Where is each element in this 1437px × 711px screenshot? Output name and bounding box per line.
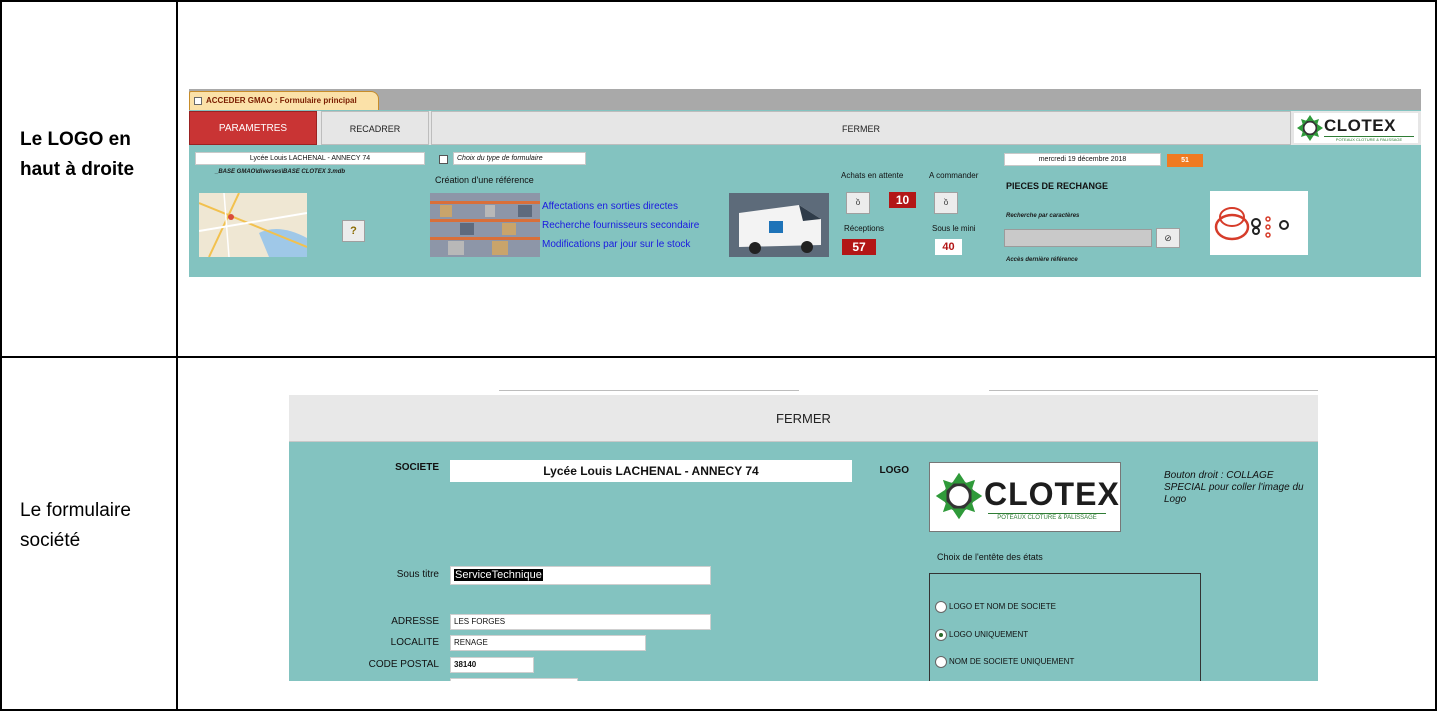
binoculars-icon: ồ (943, 198, 949, 207)
radio-label: LOGO ET NOM DE SOCIETE (949, 602, 1056, 611)
fermer-button[interactable]: FERMER (289, 395, 1318, 442)
adresse-label: ADRESSE (391, 616, 439, 627)
toolbar: PARAMETRES RECADRER FERMER CLOTEX POTEAU… (189, 111, 1421, 145)
societe-label: SOCIETE (395, 462, 439, 473)
tab-formulaire-principal[interactable]: ACCEDER GMAO : Formulaire principal (189, 91, 379, 110)
sous-titre-value: ServiceTechnique (454, 569, 543, 581)
localite-field[interactable]: RENAGE (450, 635, 646, 651)
logo-label: LOGO (879, 465, 909, 476)
link-recherche-fournisseurs[interactable]: Recherche fournisseurs secondaire (542, 220, 699, 231)
key-icon: ? (350, 225, 357, 237)
top-divider (499, 390, 799, 391)
sous-titre-label: Sous titre (396, 569, 439, 580)
choix-type-label: Choix du type de formulaire (453, 152, 586, 165)
van-image[interactable] (729, 193, 829, 257)
search-button[interactable]: ⊘ (1156, 228, 1180, 248)
tab-bar: ACCEDER GMAO : Formulaire principal (189, 89, 1421, 110)
binoculars-icon: ồ (855, 198, 861, 207)
clotex-emblem-icon (1297, 115, 1323, 141)
achats-attente-count[interactable]: 10 (889, 192, 916, 208)
a-commander-label: A commander (929, 171, 979, 180)
link-modifications[interactable]: Modifications par jour sur le stock (542, 239, 690, 250)
sous-le-mini-count[interactable]: 40 (935, 239, 962, 255)
radio-logo-uniquement[interactable]: LOGO UNIQUEMENT (935, 629, 1029, 641)
fermer-button[interactable]: FERMER (431, 111, 1291, 145)
adresse-field[interactable]: LES FORGES (450, 614, 711, 630)
pieces-rechange-title: PIECES DE RECHANGE (1006, 181, 1109, 191)
clotex-emblem-icon (935, 472, 983, 520)
logo-field[interactable]: CLOTEX POTEAUX CLOTURE & PALISSAGE (929, 462, 1121, 532)
warehouse-image[interactable] (430, 193, 540, 257)
radio-button[interactable] (935, 656, 947, 668)
code-postal-field[interactable]: 38140 (450, 657, 534, 673)
next-field[interactable] (450, 678, 578, 681)
row-label-formulaire: Le formulaire société (20, 500, 131, 551)
date-field: mercredi 19 décembre 2018 (1004, 153, 1161, 166)
link-affectations[interactable]: Affectations en sorties directes (542, 201, 678, 212)
societe-form-screenshot: FERMER SOCIETE Lycée Louis LACHENAL - AN… (289, 390, 1318, 681)
seals-image[interactable] (1210, 191, 1308, 255)
choix-entete-title: Choix de l'entête des états (937, 552, 1043, 562)
row-label-logo: Le LOGO en haut à droite (20, 129, 135, 180)
top-divider (989, 390, 1318, 391)
code-postal-label: CODE POSTAL (368, 659, 439, 670)
main-form-screenshot: ACCEDER GMAO : Formulaire principal PARA… (189, 89, 1421, 277)
radio-nom-uniquement[interactable]: NOM DE SOCIETE UNIQUEMENT (935, 656, 1075, 668)
week-badge: 51 (1167, 154, 1203, 167)
recherche-caracteres-label: Recherche par caractères (1006, 213, 1080, 219)
parametres-button[interactable]: PARAMETRES (189, 111, 317, 145)
societe-field[interactable]: Lycée Louis LACHENAL - ANNECY 74 (450, 460, 852, 482)
database-path: _BASE GMAO\diverses\BASE CLOTEX 3.mdb (215, 169, 346, 175)
key-button[interactable]: ? (342, 220, 365, 242)
delivery-van-icon (729, 193, 829, 257)
receptions-label: Réceptions (844, 224, 885, 233)
sous-le-mini-label: Sous le mini (932, 224, 976, 233)
map-icon (199, 193, 307, 257)
receptions-count[interactable]: 57 (842, 239, 876, 255)
sous-titre-field[interactable]: ServiceTechnique (450, 566, 711, 585)
radio-button-selected[interactable] (935, 629, 947, 641)
map-image[interactable] (199, 193, 307, 257)
table-row-divider (0, 356, 1437, 358)
radio-button[interactable] (935, 601, 947, 613)
achats-attente-label: Achats en attente (841, 171, 904, 180)
logo-instructions: Bouton droit : COLLAGE SPECIAL pour coll… (1164, 470, 1304, 505)
radio-label: NOM DE SOCIETE UNIQUEMENT (949, 657, 1075, 666)
achats-binoculars-button[interactable]: ồ (846, 192, 870, 214)
warehouse-shelves-icon (430, 193, 540, 257)
commander-binoculars-button[interactable]: ồ (934, 192, 958, 214)
logo-tagline: POTEAUX CLOTURE & PALISSAGE (1324, 136, 1414, 142)
localite-label: LOCALITE (390, 637, 439, 648)
clotex-logo: CLOTEX POTEAUX CLOTURE & PALISSAGE (1294, 113, 1418, 143)
logo-name: CLOTEX (984, 476, 1120, 512)
search-input[interactable] (1004, 229, 1152, 247)
recadrer-button[interactable]: RECADRER (321, 111, 429, 145)
radio-label: LOGO UNIQUEMENT (949, 630, 1029, 639)
radio-logo-et-nom[interactable]: LOGO ET NOM DE SOCIETE (935, 601, 1056, 613)
tab-title: ACCEDER GMAO : Formulaire principal (206, 96, 357, 105)
search-icon: ⊘ (1164, 233, 1172, 243)
form-icon (194, 97, 202, 105)
creation-reference-label[interactable]: Création d'une référence (435, 175, 534, 185)
acces-derniere-reference[interactable]: Accès dernière référence (1006, 257, 1078, 263)
choix-type-checkbox[interactable] (439, 155, 448, 164)
o-rings-icon (1214, 207, 1289, 241)
logo-tagline: POTEAUX CLOTURE & PALISSAGE (988, 513, 1106, 521)
logo-name: CLOTEX (1324, 116, 1396, 135)
company-field[interactable]: Lycée Louis LACHENAL - ANNECY 74 (195, 152, 425, 165)
